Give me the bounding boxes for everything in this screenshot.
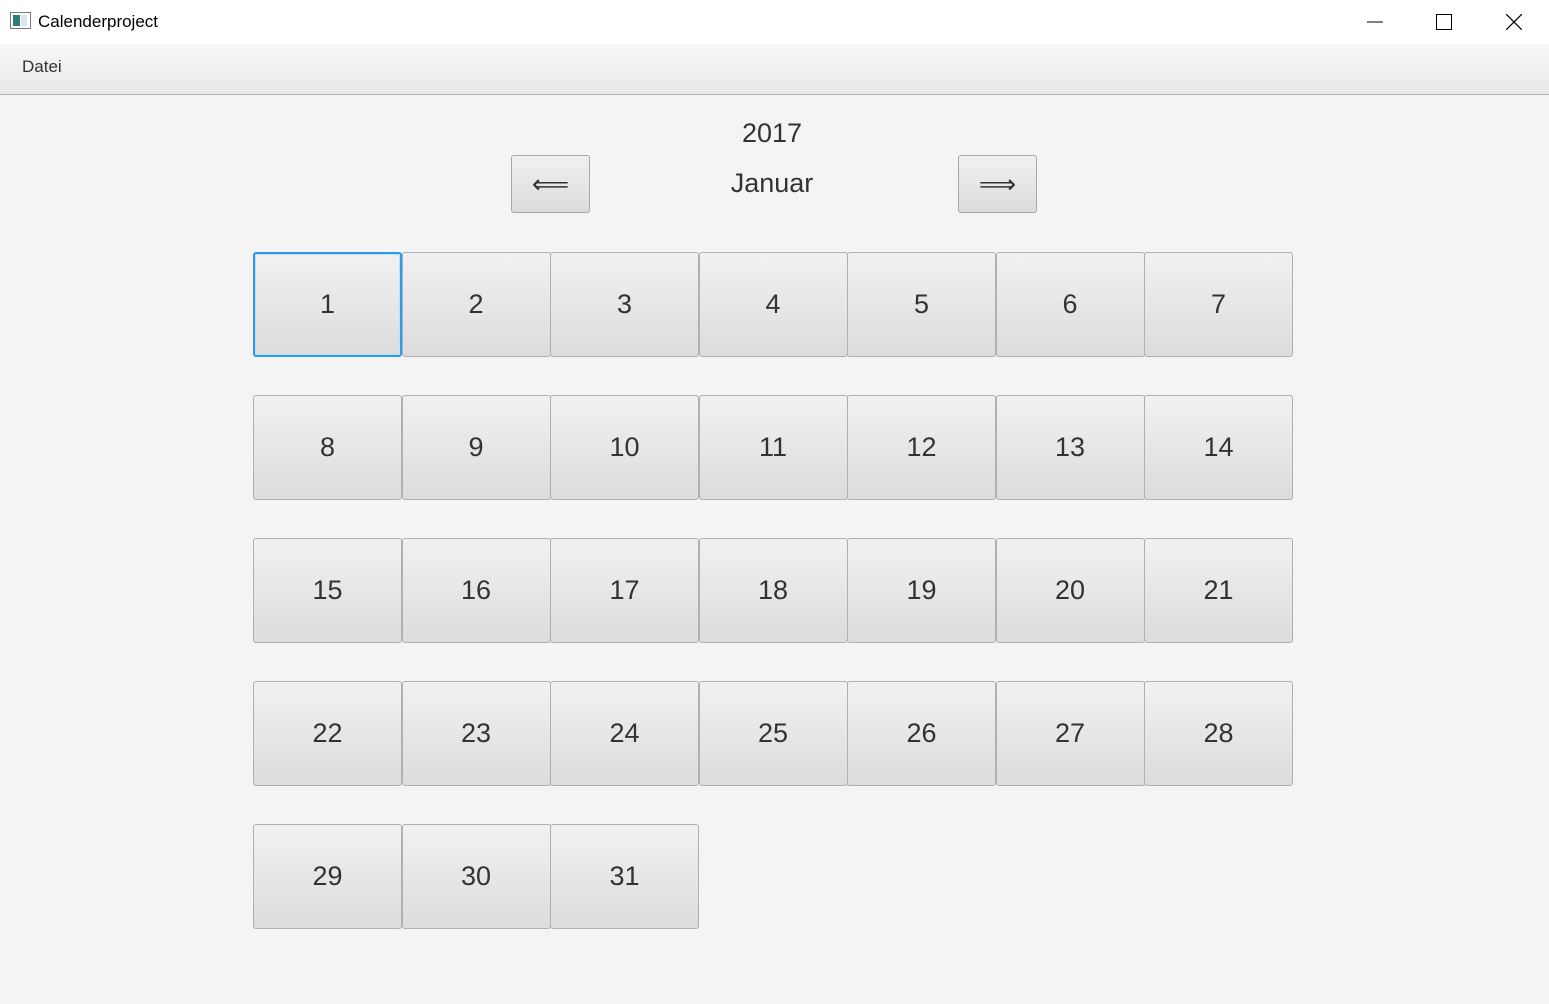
title-bar: Calenderproject [0, 0, 1549, 44]
day-button[interactable]: 18 [698, 538, 848, 643]
menu-datei[interactable]: Datei [22, 57, 62, 77]
day-button[interactable]: 4 [698, 252, 848, 357]
day-button[interactable]: 7 [1144, 252, 1293, 357]
day-button[interactable]: 31 [550, 824, 699, 929]
arrow-left-icon: ⟸ [531, 168, 570, 199]
app-icon [10, 12, 31, 29]
day-button[interactable]: 13 [995, 395, 1145, 500]
arrow-right-icon: ⟹ [978, 168, 1017, 199]
week-row: 8 9 10 11 12 13 14 [253, 395, 1293, 500]
day-button[interactable]: 23 [401, 681, 551, 786]
menu-bar: Datei [0, 45, 1549, 95]
month-label: Januar [730, 168, 814, 198]
day-button[interactable]: 21 [1144, 538, 1293, 643]
day-button[interactable]: 22 [253, 681, 402, 786]
year-label: 2017 [741, 118, 803, 148]
day-button[interactable]: 14 [1144, 395, 1293, 500]
week-row: 29 30 31 [253, 824, 1293, 929]
close-icon [1506, 14, 1522, 30]
day-button[interactable]: 6 [995, 252, 1145, 357]
maximize-button[interactable] [1409, 0, 1479, 44]
day-button[interactable]: 11 [698, 395, 848, 500]
next-month-button[interactable]: ⟹ [958, 155, 1037, 213]
day-button[interactable]: 27 [995, 681, 1145, 786]
week-row: 15 16 17 18 19 20 21 [253, 538, 1293, 643]
day-button[interactable]: 10 [550, 395, 699, 500]
day-button[interactable]: 25 [698, 681, 848, 786]
day-button[interactable]: 29 [253, 824, 402, 929]
day-button[interactable]: 3 [550, 252, 699, 357]
minimize-button[interactable] [1340, 0, 1410, 44]
day-button[interactable]: 24 [550, 681, 699, 786]
day-button[interactable]: 20 [995, 538, 1145, 643]
day-button[interactable]: 19 [847, 538, 996, 643]
close-button[interactable] [1479, 0, 1549, 44]
previous-month-button[interactable]: ⟸ [511, 155, 590, 213]
maximize-icon [1436, 14, 1452, 30]
week-row: 22 23 24 25 26 27 28 [253, 681, 1293, 786]
day-button[interactable]: 30 [401, 824, 551, 929]
day-button[interactable]: 9 [401, 395, 551, 500]
day-button[interactable]: 12 [847, 395, 996, 500]
day-button[interactable]: 15 [253, 538, 402, 643]
day-button[interactable]: 26 [847, 681, 996, 786]
day-button[interactable]: 1 [253, 252, 402, 357]
window-title: Calenderproject [38, 12, 159, 31]
day-button[interactable]: 5 [847, 252, 996, 357]
day-button[interactable]: 8 [253, 395, 402, 500]
week-row: 1234567 [253, 252, 1293, 357]
day-button[interactable]: 2 [401, 252, 551, 357]
day-button[interactable]: 16 [401, 538, 551, 643]
day-button[interactable]: 28 [1144, 681, 1293, 786]
day-grid: 1 2 3 4 5 6 7 8 9 10 11 12 13 14 15 16 17 18 19 20 21 22 23 24 2… [253, 252, 1293, 967]
minimize-icon [1367, 21, 1383, 23]
day-button[interactable]: 17 [550, 538, 699, 643]
